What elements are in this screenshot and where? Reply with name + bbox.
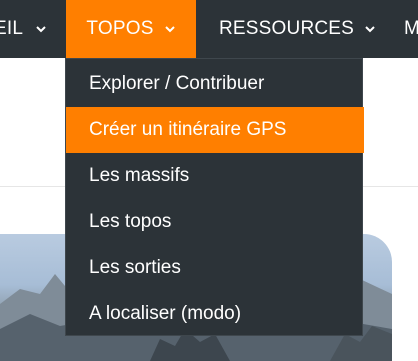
dropdown-item-topos[interactable]: Les topos bbox=[66, 199, 364, 245]
nav-item-more[interactable]: M bbox=[404, 0, 418, 58]
nav-item-more-label: M bbox=[404, 18, 418, 39]
dropdown-item-label: Les massifs bbox=[89, 165, 190, 186]
dropdown-item-explorer[interactable]: Explorer / Contribuer bbox=[66, 61, 364, 107]
chevron-down-icon bbox=[36, 26, 46, 33]
nav-item-accueil[interactable]: EIL bbox=[0, 0, 47, 58]
dropdown-item-label: Les topos bbox=[89, 211, 172, 232]
dropdown-item-massifs[interactable]: Les massifs bbox=[66, 153, 364, 199]
nav-item-topos[interactable]: TOPOS bbox=[66, 0, 196, 58]
dropdown-item-creer-itineraire[interactable]: Créer un itinéraire GPS bbox=[66, 107, 364, 153]
dropdown-item-label: Créer un itinéraire GPS bbox=[89, 119, 287, 140]
nav-item-ressources-label: RESSOURCES bbox=[219, 18, 355, 39]
dropdown-item-a-localiser[interactable]: A localiser (modo) bbox=[66, 291, 364, 337]
chevron-down-icon bbox=[365, 26, 375, 33]
nav-item-ressources[interactable]: RESSOURCES bbox=[219, 0, 376, 58]
dropdown-item-label: A localiser (modo) bbox=[89, 303, 242, 324]
dropdown-item-label: Les sorties bbox=[89, 257, 181, 278]
main-navbar: EIL TOPOS RESSOURCES M bbox=[0, 0, 418, 58]
topos-dropdown-menu: Explorer / Contribuer Créer un itinérair… bbox=[65, 58, 364, 337]
nav-item-topos-label: TOPOS bbox=[86, 18, 154, 39]
nav-item-accueil-label: EIL bbox=[0, 18, 24, 39]
dropdown-item-sorties[interactable]: Les sorties bbox=[66, 245, 364, 291]
dropdown-item-label: Explorer / Contribuer bbox=[89, 73, 265, 94]
chevron-down-icon bbox=[164, 26, 175, 33]
